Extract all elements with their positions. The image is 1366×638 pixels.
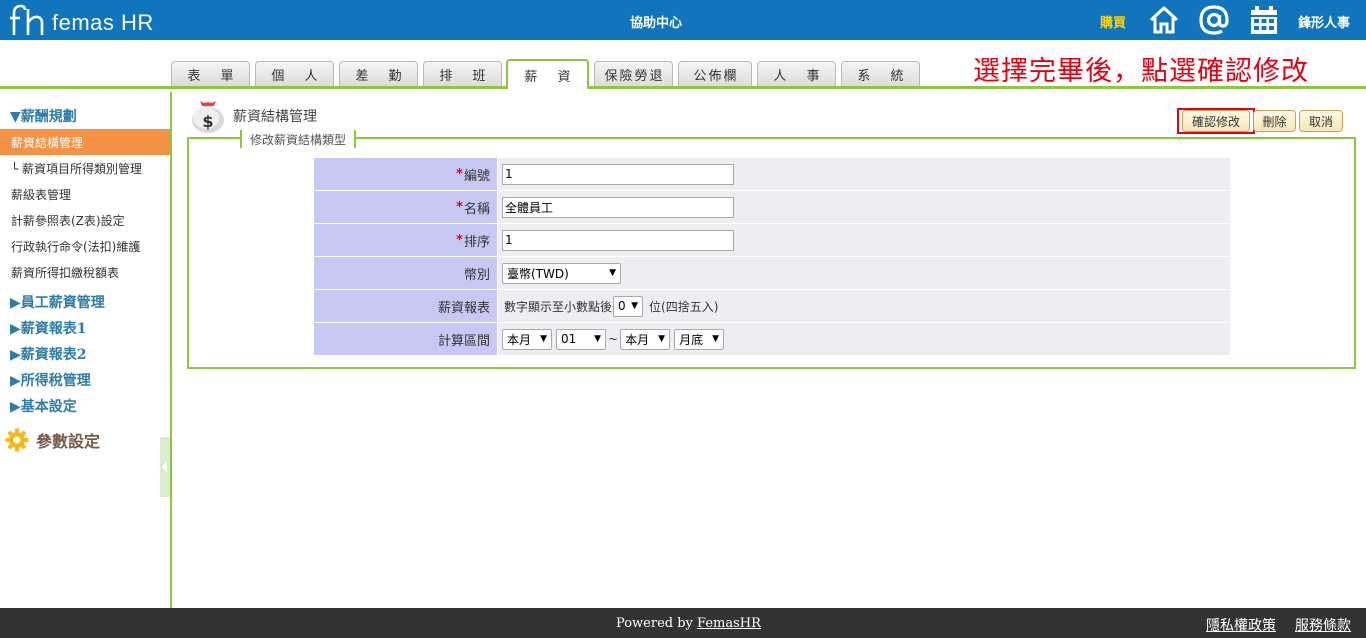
cancel-button[interactable]: 取消 — [1299, 110, 1343, 132]
sidebar-item-garnishment[interactable]: 行政執行命令(法扣)維護 — [0, 233, 170, 259]
name-label: * 名稱 — [314, 191, 497, 223]
sidebar-item-salary-grade[interactable]: 薪級表管理 — [0, 181, 170, 207]
privacy-policy-link[interactable]: 隱私權政策 — [1206, 615, 1276, 635]
sidebar-section-report1[interactable]: ▶薪資報表1 — [10, 318, 87, 338]
currency-label: 幣別 — [314, 257, 497, 289]
tab-bulletin[interactable]: 公佈欄 — [678, 61, 752, 86]
required-mark: * — [456, 232, 463, 248]
money-bag-icon: $ — [192, 101, 224, 133]
tab-personal[interactable]: 個 人 — [255, 61, 334, 86]
delete-button[interactable]: 刪除 — [1253, 110, 1296, 132]
logo-text: femas HR — [52, 10, 154, 35]
sidebar-collapse-handle[interactable] — [160, 437, 170, 497]
company-name: 鋒形人事 — [1298, 16, 1351, 31]
gear-icon — [5, 428, 29, 452]
name-input[interactable] — [502, 196, 734, 218]
id-label: * 編號 — [314, 158, 497, 190]
period-separator: ~ — [608, 332, 619, 346]
order-input[interactable] — [502, 229, 734, 251]
form-row-period: 計算區間 本月 ▼ 01 ▼ ~ 本月 ▼ 月底 ▼ — [314, 323, 1230, 356]
top-bar: femas HR 協助中心 購買 鋒形人事 — [0, 0, 1366, 40]
at-icon[interactable] — [1198, 4, 1230, 36]
form-row-currency: 幣別 臺幣(TWD) ▼ — [314, 257, 1230, 290]
order-label: * 排序 — [314, 224, 497, 256]
form-row-report: 薪資報表 數字顯示至小數點後 0 ▼ 位(四捨五入) — [314, 290, 1230, 323]
decimal-suffix-text: 位(四捨五入) — [649, 299, 719, 314]
help-center-link[interactable]: 協助中心 — [600, 12, 712, 31]
decimal-places-select[interactable]: 0 ▼ — [613, 295, 644, 317]
end-month-select[interactable]: 本月 ▼ — [620, 328, 671, 350]
dropdown-arrow-icon: ▼ — [609, 268, 616, 278]
salary-structure-form: *編號 *名稱 *排序 幣別 臺幣(TWD)▼ 薪資報表 數字顯示至小數點後 0… — [314, 158, 1230, 356]
sidebar-item-z-table[interactable]: 計薪參照表(Z表)設定 — [0, 207, 170, 233]
femas-logo[interactable]: femas HR — [8, 2, 154, 38]
page-title: 薪資結構管理 — [233, 109, 317, 125]
sidebar-item-tax-table[interactable]: 薪資所得扣繳稅額表 — [0, 259, 170, 285]
tab-attendance[interactable]: 差 勤 — [339, 61, 418, 86]
sidebar-section-compensation[interactable]: ▼薪酬規劃 — [10, 106, 77, 126]
confirm-edit-button[interactable]: 確認修改 — [1182, 110, 1250, 132]
femas-logo-icon — [10, 4, 44, 35]
tab-hr[interactable]: 人 事 — [757, 61, 836, 86]
main-tab-strip: 表 單 個 人 差 勤 排 班 薪 資 保險勞退 公佈欄 人 事 系 統 選擇完… — [0, 40, 1366, 89]
form-row-id: * 編號 — [314, 158, 1230, 191]
start-day-select[interactable]: 01 ▼ — [556, 328, 606, 350]
sidebar-item-salary-structure[interactable]: 薪資結構管理 — [0, 129, 170, 155]
dropdown-arrow-icon: ▼ — [712, 334, 720, 344]
required-mark: * — [456, 166, 463, 182]
svg-text:$: $ — [202, 112, 213, 131]
report-label: 薪資報表 — [314, 290, 497, 322]
form-row-order: * 排序 — [314, 224, 1230, 257]
powered-by: Powered by FemasHR — [616, 616, 761, 631]
currency-select[interactable]: 臺幣(TWD) ▼ — [502, 262, 621, 284]
dropdown-arrow-icon: ▼ — [658, 334, 666, 344]
period-label: 計算區間 — [314, 323, 497, 355]
footer: Powered by FemasHR 隱私權政策 服務條款 — [0, 608, 1366, 638]
decimal-prefix-text: 數字顯示至小數點後 — [504, 299, 613, 314]
end-day-select[interactable]: 月底 ▼ — [674, 328, 725, 350]
calendar-icon[interactable] — [1248, 4, 1280, 36]
buy-link[interactable]: 購買 — [1100, 12, 1126, 31]
fieldset-legend: 修改薪資結構類型 — [240, 130, 357, 148]
sidebar: ▼薪酬規劃 薪資結構管理 └ 薪資項目所得類別管理 薪級表管理 計薪參照表(Z表… — [0, 92, 172, 608]
terms-of-service-link[interactable]: 服務條款 — [1295, 615, 1351, 635]
sidebar-section-basic-settings[interactable]: ▶基本設定 — [10, 396, 77, 416]
sidebar-param-settings[interactable]: 參數設定 — [36, 428, 100, 452]
instruction-annotation: 選擇完畢後，點選確認修改 — [973, 56, 1309, 87]
sidebar-section-report2[interactable]: ▶薪資報表2 — [10, 344, 87, 364]
start-month-select[interactable]: 本月 ▼ — [502, 328, 552, 350]
sidebar-section-employee-salary[interactable]: ▶員工薪資管理 — [10, 292, 105, 312]
form-row-name: * 名稱 — [314, 191, 1230, 224]
dropdown-arrow-icon: ▼ — [594, 334, 601, 344]
tab-system[interactable]: 系 統 — [841, 61, 920, 86]
tab-insurance[interactable]: 保險勞退 — [594, 61, 673, 86]
sidebar-section-income-tax[interactable]: ▶所得稅管理 — [10, 370, 91, 390]
id-input[interactable] — [502, 163, 734, 185]
tab-payroll[interactable]: 薪 資 — [506, 59, 589, 89]
required-mark: * — [456, 199, 463, 215]
sidebar-item-income-category[interactable]: └ 薪資項目所得類別管理 — [0, 155, 170, 181]
tab-shift[interactable]: 排 班 — [423, 61, 502, 86]
dropdown-arrow-icon: ▼ — [631, 301, 639, 311]
tab-forms[interactable]: 表 單 — [171, 61, 250, 86]
home-icon[interactable] — [1148, 4, 1180, 36]
dropdown-arrow-icon: ▼ — [540, 334, 547, 344]
femashr-link[interactable]: FemasHR — [697, 616, 761, 631]
